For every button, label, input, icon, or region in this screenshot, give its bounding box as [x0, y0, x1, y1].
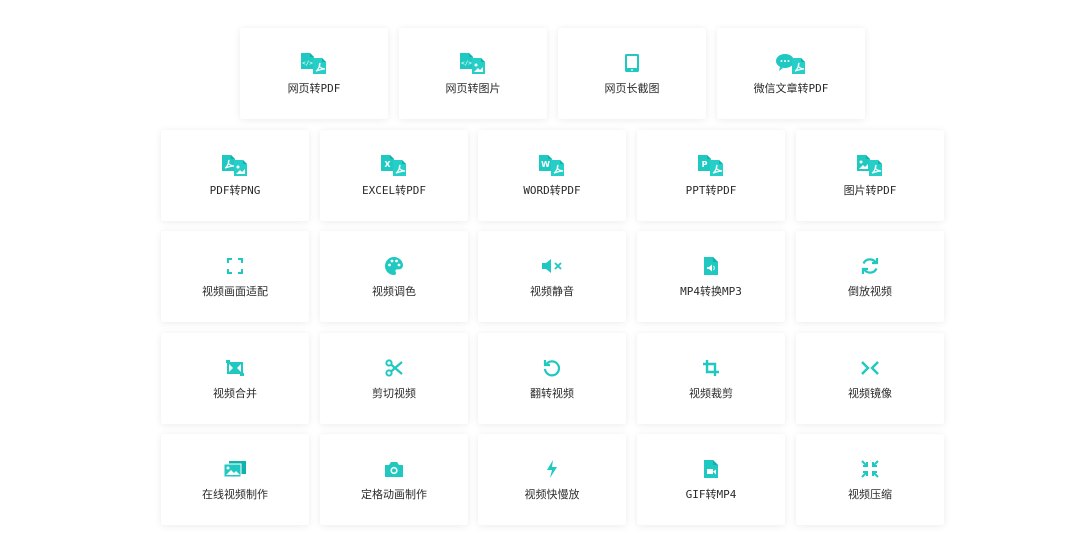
svg-text:W: W — [541, 160, 550, 169]
tool-card-label: 定格动画制作 — [361, 488, 427, 501]
video-file-icon — [694, 458, 728, 480]
scissors-icon — [377, 357, 411, 379]
tool-card-label: 视频静音 — [530, 285, 574, 298]
tool-card-video-speed[interactable]: 视频快慢放 — [478, 434, 626, 525]
tool-card-label: 视频画面适配 — [202, 285, 268, 298]
tool-card-label: 网页长截图 — [604, 82, 660, 95]
mute-icon — [535, 255, 569, 277]
tool-card-label: PDF转PNG — [209, 184, 261, 197]
tool-card-stop-motion-maker[interactable]: 定格动画制作 — [320, 434, 468, 525]
tool-card-label: 视频裁剪 — [689, 387, 733, 400]
tool-card-long-screenshot[interactable]: 网页长截图 — [558, 28, 706, 119]
tool-card-pdf-to-png[interactable]: PDF转PNG — [161, 130, 309, 221]
svg-text:P: P — [702, 160, 708, 169]
tool-card-video-crop[interactable]: 视频裁剪 — [637, 333, 785, 424]
tool-card-video-merge[interactable]: 视频合并 — [161, 333, 309, 424]
tool-card-label: 视频压缩 — [848, 488, 892, 501]
mirror-icon — [853, 357, 887, 379]
tool-card-word-to-pdf[interactable]: W WORD转PDF — [478, 130, 626, 221]
tool-card-wechat-to-pdf[interactable]: 微信文章转PDF — [717, 28, 865, 119]
tool-card-label: 视频调色 — [372, 285, 416, 298]
tool-card-label: 微信文章转PDF — [753, 82, 829, 95]
tool-card-video-aspect-fit[interactable]: 视频画面适配 — [161, 231, 309, 322]
tool-card-label: 视频镜像 — [848, 387, 892, 400]
html-to-pdf-icon: </> — [297, 52, 331, 74]
fullscreen-icon — [218, 255, 252, 277]
compress-icon — [853, 458, 887, 480]
tool-card-video-mirror[interactable]: 视频镜像 — [796, 333, 944, 424]
wechat-to-pdf-icon — [774, 52, 808, 74]
tool-card-html-to-pdf[interactable]: </> 网页转PDF — [240, 28, 388, 119]
tool-card-label: 视频快慢放 — [524, 488, 580, 501]
tool-card-label: 网页转PDF — [287, 82, 341, 95]
camera-icon — [377, 458, 411, 480]
tool-card-label: EXCEL转PDF — [362, 184, 426, 197]
refresh-icon — [853, 255, 887, 277]
tool-card-mp4-to-mp3[interactable]: MP4转换MP3 — [637, 231, 785, 322]
word-to-pdf-icon: W — [535, 154, 569, 176]
tool-card-label: MP4转换MP3 — [680, 285, 742, 298]
tool-card-label: 网页转图片 — [445, 82, 501, 95]
tool-card-gif-to-mp4[interactable]: GIF转MP4 — [637, 434, 785, 525]
merge-icon — [218, 357, 252, 379]
html-to-image-icon: </> — [456, 52, 490, 74]
tool-card-online-video-maker[interactable]: 在线视频制作 — [161, 434, 309, 525]
image-gallery-icon — [218, 458, 252, 480]
lightning-icon — [535, 458, 569, 480]
tool-card-ppt-to-pdf[interactable]: P PPT转PDF — [637, 130, 785, 221]
tool-card-label: GIF转MP4 — [685, 488, 737, 501]
tool-card-label: 翻转视频 — [530, 387, 574, 400]
svg-text:X: X — [384, 160, 391, 169]
image-to-pdf-icon — [853, 154, 887, 176]
audio-file-icon — [694, 255, 728, 277]
tool-card-video-compress[interactable]: 视频压缩 — [796, 434, 944, 525]
tool-card-label: 图片转PDF — [843, 184, 897, 197]
svg-text:</>: </> — [461, 60, 472, 67]
rotate-icon — [535, 357, 569, 379]
svg-text:</>: </> — [302, 60, 313, 67]
tool-card-video-mute[interactable]: 视频静音 — [478, 231, 626, 322]
tablet-screenshot-icon — [615, 52, 649, 74]
tool-card-label: 视频合并 — [213, 387, 257, 400]
tool-card-label: 剪切视频 — [372, 387, 416, 400]
tool-card-video-color[interactable]: 视频调色 — [320, 231, 468, 322]
tool-card-label: PPT转PDF — [685, 184, 737, 197]
tool-card-flip-video[interactable]: 翻转视频 — [478, 333, 626, 424]
ppt-to-pdf-icon: P — [694, 154, 728, 176]
tool-card-label: 在线视频制作 — [202, 488, 268, 501]
tool-card-cut-video[interactable]: 剪切视频 — [320, 333, 468, 424]
excel-to-pdf-icon: X — [377, 154, 411, 176]
palette-icon — [377, 255, 411, 277]
tool-card-label: WORD转PDF — [523, 184, 581, 197]
crop-icon — [694, 357, 728, 379]
tool-card-image-to-pdf[interactable]: 图片转PDF — [796, 130, 944, 221]
tool-card-html-to-image[interactable]: </> 网页转图片 — [399, 28, 547, 119]
tool-card-label: 倒放视频 — [848, 285, 892, 298]
tool-card-reverse-video[interactable]: 倒放视频 — [796, 231, 944, 322]
tool-card-excel-to-pdf[interactable]: X EXCEL转PDF — [320, 130, 468, 221]
pdf-to-png-icon — [218, 154, 252, 176]
